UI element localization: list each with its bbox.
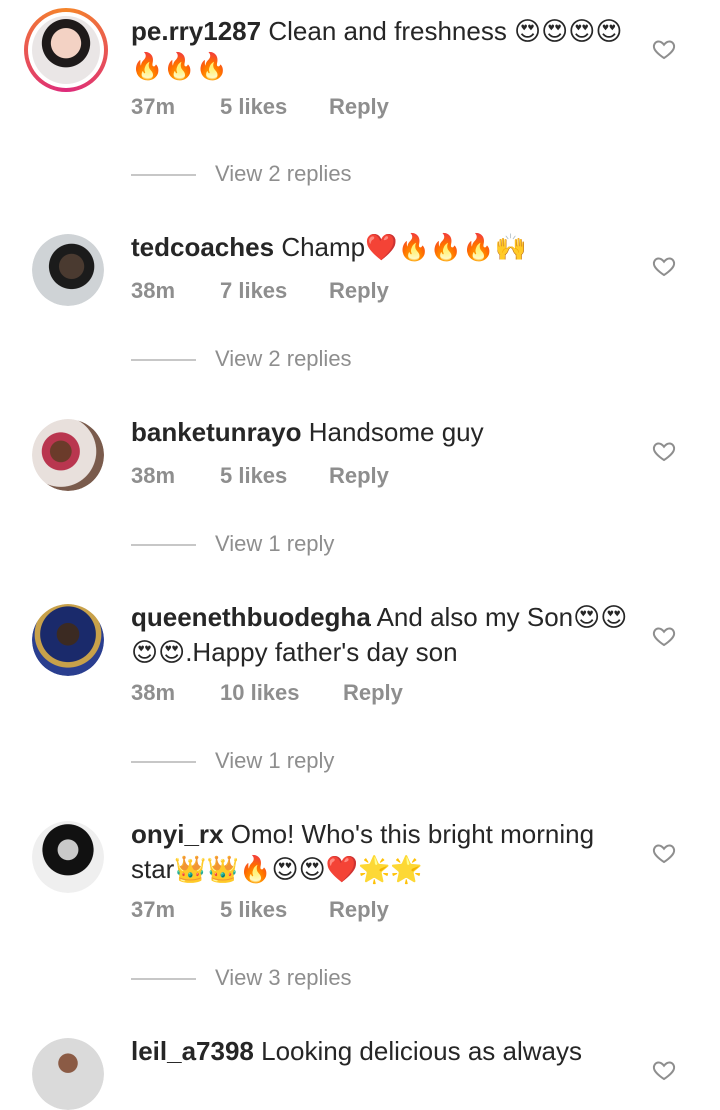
comment-text: Champ❤️🔥🔥🔥🙌 [281,232,527,262]
comment-username[interactable]: banketunrayo [131,417,302,447]
comment-text: Handsome guy [308,417,484,447]
view-replies-label[interactable]: View 2 replies [215,346,352,372]
view-replies-link[interactable]: View 3 replies [131,965,531,995]
view-replies-label[interactable]: View 1 reply [215,748,334,774]
comment-likes[interactable]: 5 likes [220,94,287,120]
reply-button[interactable]: Reply [329,463,389,489]
heart-outline-icon[interactable] [652,841,676,865]
avatar-with-story-ring[interactable] [24,8,108,92]
comment-username[interactable]: pe.rry1287 [131,16,261,46]
comment-time: 37m [131,94,176,119]
comment-likes[interactable]: 10 likes [220,680,300,706]
view-replies-link[interactable]: View 1 reply [131,748,531,778]
reply-button[interactable]: Reply [343,680,403,706]
heart-outline-icon[interactable] [652,1058,676,1082]
divider [131,761,196,763]
avatar[interactable] [32,234,104,306]
view-replies-link[interactable]: View 1 reply [131,531,531,561]
comment-time: 38m [131,463,176,488]
comment-time: 38m [131,278,176,303]
divider [131,174,196,176]
view-replies-label[interactable]: View 2 replies [215,161,352,187]
comment-text: Looking delicious as always [261,1036,582,1066]
comment-username[interactable]: leil_a7398 [131,1036,254,1066]
reply-button[interactable]: Reply [329,897,389,923]
divider [131,359,196,361]
heart-outline-icon[interactable] [652,624,676,648]
comment-username[interactable]: onyi_rx [131,819,224,849]
avatar[interactable] [32,604,104,676]
reply-button[interactable]: Reply [329,278,389,304]
comment-username[interactable]: tedcoaches [131,232,274,262]
divider [131,978,196,980]
divider [131,544,196,546]
heart-outline-icon[interactable] [652,37,676,61]
heart-outline-icon[interactable] [652,439,676,463]
avatar[interactable] [32,1038,104,1110]
heart-outline-icon[interactable] [652,254,676,278]
avatar [32,16,100,84]
comment-time: 37m [131,897,176,922]
view-replies-link[interactable]: View 2 replies [131,346,531,376]
view-replies-link[interactable]: View 2 replies [131,161,531,191]
avatar[interactable] [32,821,104,893]
comment-likes[interactable]: 5 likes [220,463,287,489]
view-replies-label[interactable]: View 1 reply [215,531,334,557]
reply-button[interactable]: Reply [329,94,389,120]
avatar[interactable] [32,419,104,491]
comment-likes[interactable]: 7 likes [220,278,287,304]
comment-username[interactable]: queenethbuodegha [131,602,371,632]
comment-time: 38m [131,680,176,705]
comment-likes[interactable]: 5 likes [220,897,287,923]
view-replies-label[interactable]: View 3 replies [215,965,352,991]
